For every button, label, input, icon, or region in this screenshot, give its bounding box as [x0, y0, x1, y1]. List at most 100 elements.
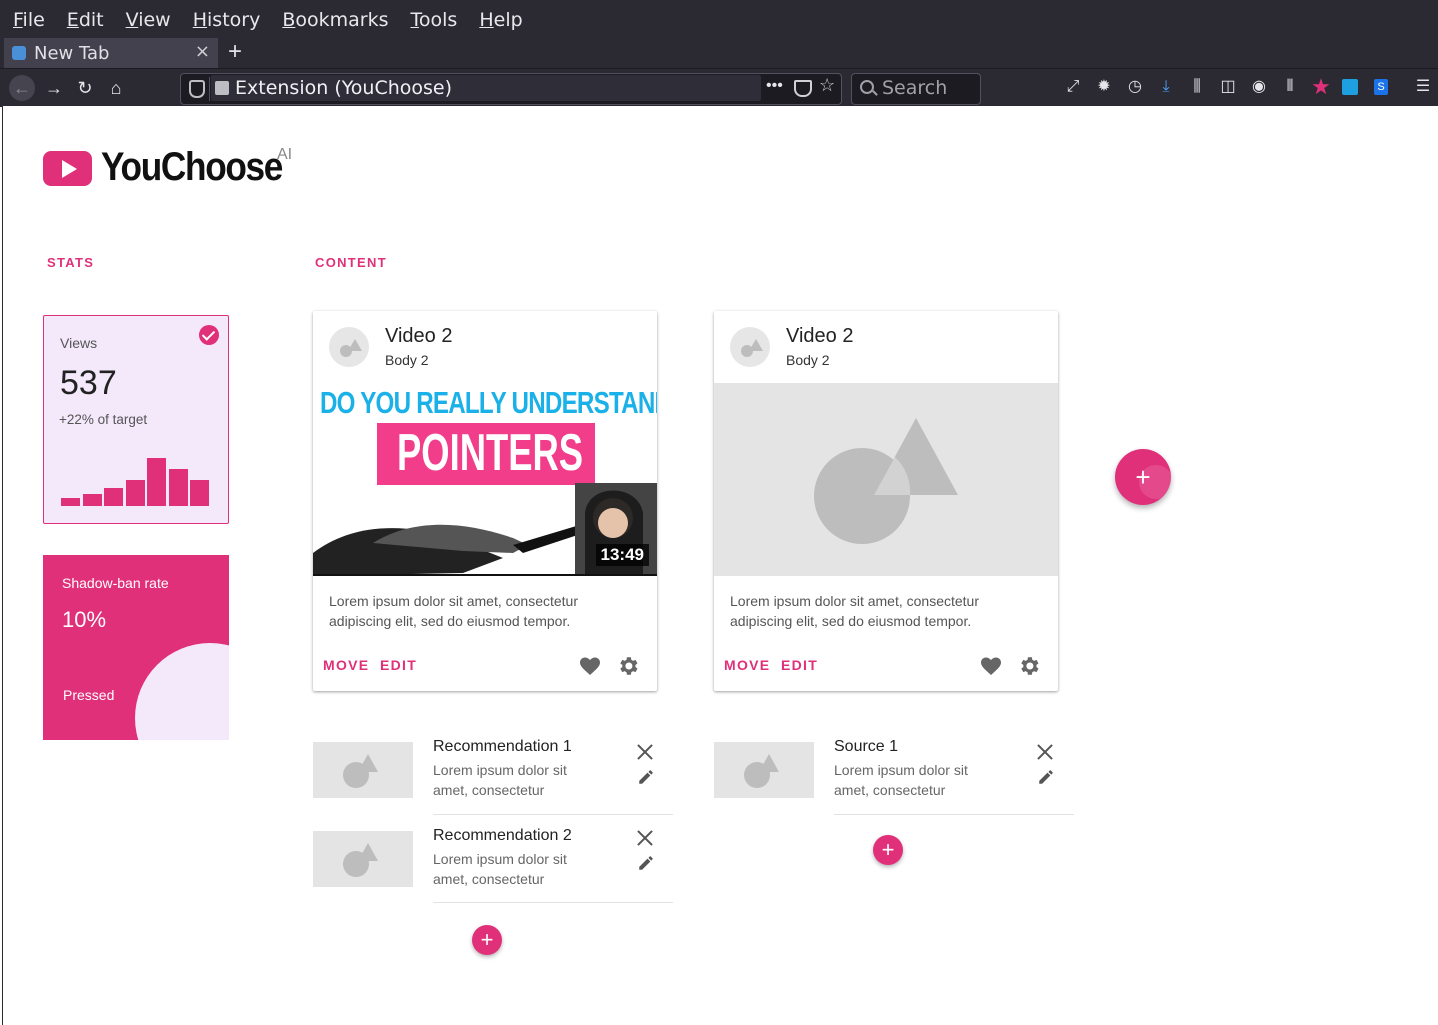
account-icon[interactable]: ◉ [1249, 77, 1269, 97]
forward-button[interactable]: → [41, 75, 67, 101]
url-bar[interactable]: Extension (YouChoose) ••• ☆ [180, 73, 842, 105]
bookmark-star-icon[interactable]: ☆ [819, 75, 835, 96]
image-placeholder-icon [814, 418, 958, 544]
source-thumbnail[interactable] [714, 742, 814, 798]
list-divider [433, 902, 673, 903]
sidebar-icon[interactable]: ◫ [1218, 77, 1238, 97]
gear-icon[interactable]: ✹ [1094, 77, 1114, 97]
download-icon[interactable]: ⤓ [1156, 77, 1176, 97]
tab-title: New Tab [34, 42, 110, 64]
url-separator [209, 77, 210, 101]
shadow-ban-label: Shadow-ban rate [62, 575, 169, 591]
extension-blue-icon[interactable] [1342, 79, 1358, 95]
views-bar [168, 469, 188, 506]
tab-bar: New Tab × + [0, 38, 1438, 68]
source-title: Source 1 [834, 738, 899, 755]
pocket-icon[interactable] [794, 80, 812, 97]
add-card-fab[interactable]: + [1115, 449, 1171, 505]
add-recommendation-button[interactable]: + [472, 925, 502, 955]
browser-chrome: File Edit View History Bookmarks Tools H… [0, 0, 1438, 107]
s-extension-icon[interactable]: S [1374, 79, 1388, 95]
list-divider [433, 814, 673, 815]
move-button[interactable]: MOVE [323, 657, 369, 673]
card-title: Video 2 [786, 325, 854, 347]
card-subtitle: Body 2 [786, 352, 830, 368]
library-icon[interactable]: ⫼ [1187, 77, 1207, 97]
video-card-2: Video 2 Body 2 Lorem ipsum dolor sit ame… [714, 311, 1058, 691]
views-bar [61, 498, 80, 506]
thumbnail-word: POINTERS [397, 424, 584, 482]
shadow-ban-value: 10% [62, 607, 107, 632]
views-bar [104, 488, 123, 506]
add-source-button[interactable]: + [873, 835, 903, 865]
history-clock-icon[interactable]: ◷ [1125, 77, 1145, 97]
recommendation-thumbnail[interactable] [313, 831, 413, 887]
card-description: Lorem ipsum dolor sit amet, consectetur … [329, 593, 578, 629]
views-subtitle: +22% of target [59, 412, 148, 427]
firefox-icon [12, 46, 26, 60]
card-subtitle: Body 2 [385, 352, 429, 368]
plus-icon: + [1135, 462, 1151, 492]
views-card[interactable]: Views 537 +22% of target [43, 315, 229, 524]
content-heading: CONTENT [315, 255, 387, 270]
reload-button[interactable]: ↻ [72, 75, 98, 101]
menu-view[interactable]: View [126, 9, 171, 31]
edit-pencil-icon[interactable] [637, 768, 655, 786]
app-suffix: AI [277, 146, 293, 163]
home-button[interactable]: ⌂ [103, 75, 129, 101]
star-extension-icon[interactable]: ★ [1311, 76, 1331, 98]
list-divider [834, 814, 1074, 815]
play-logo-icon [43, 151, 92, 186]
views-bar [147, 458, 166, 506]
container-icon[interactable]: ⫴ [1280, 77, 1300, 97]
menu-bookmarks[interactable]: Bookmarks [282, 9, 388, 31]
nav-bar: ← → ↻ ⌂ Extension (YouChoose) ••• ☆ Sear… [0, 68, 1438, 107]
recommendation-thumbnail[interactable] [313, 742, 413, 798]
move-button[interactable]: MOVE [724, 657, 770, 673]
app-name: YouChoose [101, 145, 283, 189]
close-icon[interactable] [1036, 743, 1054, 761]
search-placeholder[interactable]: Search [882, 77, 947, 99]
views-value: 537 [60, 364, 117, 402]
tab-close-button[interactable]: × [195, 41, 210, 62]
source-text: Lorem ipsum dolor sit amet, consectetur [834, 762, 968, 798]
recommendation-title: Recommendation 1 [433, 738, 572, 755]
menu-file[interactable]: File [13, 9, 45, 31]
placeholder-media[interactable] [714, 383, 1058, 576]
search-bar[interactable]: Search [851, 73, 981, 105]
new-tab-button[interactable]: + [228, 38, 242, 66]
shadow-ban-card[interactable]: Shadow-ban rate 10% Pressed [43, 555, 229, 740]
thumbnail-headline: DO YOU REALLY UNDERSTAND [320, 385, 657, 420]
video-thumbnail[interactable]: DO YOU REALLY UNDERSTAND POINTERS 13:49 [313, 383, 657, 576]
close-icon[interactable] [636, 829, 654, 847]
heart-icon[interactable] [979, 654, 1003, 678]
back-button[interactable]: ← [9, 75, 35, 101]
edit-button[interactable]: EDIT [781, 657, 818, 673]
close-icon[interactable] [636, 743, 654, 761]
menu-edit[interactable]: Edit [67, 9, 104, 31]
heart-icon[interactable] [578, 654, 602, 678]
menu-help[interactable]: Help [479, 9, 522, 31]
fullscreen-icon[interactable]: ⤢ [1063, 77, 1083, 97]
page-actions-button[interactable]: ••• [766, 77, 783, 95]
url-text[interactable]: Extension (YouChoose) [235, 77, 452, 99]
settings-gear-icon[interactable] [616, 654, 640, 678]
edit-button[interactable]: EDIT [380, 657, 417, 673]
avatar [329, 327, 369, 367]
recommendation-title: Recommendation 2 [433, 827, 572, 844]
stats-heading: STATS [47, 255, 95, 270]
settings-gear-icon[interactable] [1017, 654, 1041, 678]
menu-tools[interactable]: Tools [411, 9, 458, 31]
tracking-shield-icon[interactable] [189, 80, 205, 98]
page: YouChoose AI STATS CONTENT Views 537 +22… [2, 106, 1438, 1025]
edit-pencil-icon[interactable] [637, 854, 655, 872]
ripple-effect [135, 643, 229, 740]
views-label: Views [60, 335, 98, 351]
video-duration: 13:49 [595, 544, 649, 566]
menu-history[interactable]: History [193, 9, 261, 31]
edit-pencil-icon[interactable] [1037, 768, 1055, 786]
hamburger-menu-icon[interactable]: ☰ [1413, 77, 1433, 97]
shadow-ban-state: Pressed [63, 687, 115, 703]
check-circle-icon [199, 325, 219, 345]
tab-new-tab[interactable]: New Tab × [4, 38, 218, 68]
